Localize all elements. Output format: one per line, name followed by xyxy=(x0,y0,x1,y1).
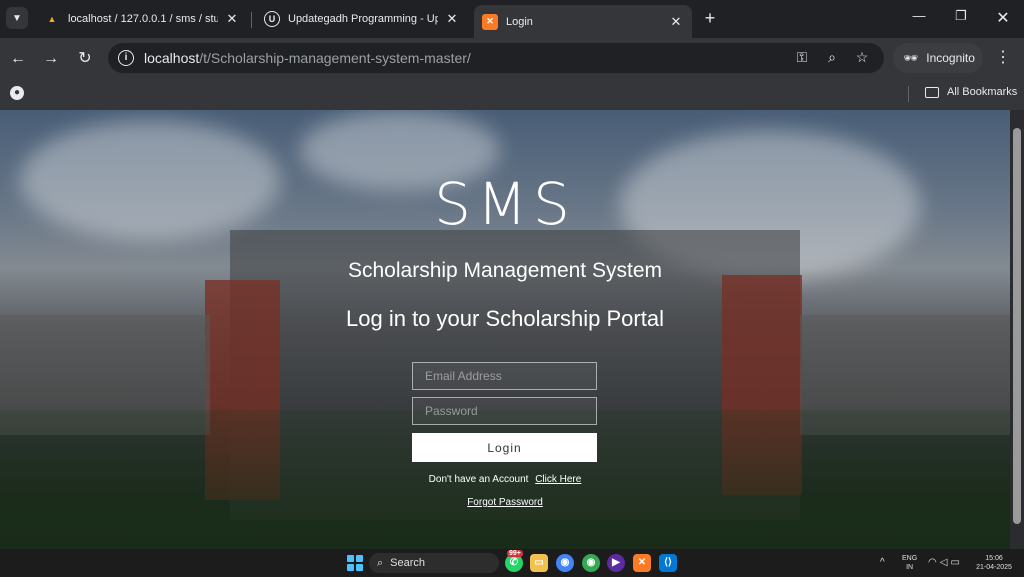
all-bookmarks-label: All Bookmarks xyxy=(947,86,1018,98)
xampp-icon: ✕ xyxy=(482,13,498,30)
incognito-icon: 🕶 xyxy=(903,51,919,65)
browser-toolbar: ← → ↻ i localhost/t/Scholarship-manageme… xyxy=(0,38,1024,78)
no-account-text: Don't have an Account xyxy=(428,474,529,485)
language-indicator[interactable]: ENG IN xyxy=(902,554,917,572)
updategadh-icon: U xyxy=(264,11,280,27)
vscode-icon[interactable]: ⟨⟩ xyxy=(659,554,677,572)
chrome-icon[interactable]: ◉ xyxy=(556,554,574,572)
key-icon[interactable]: ⚿ xyxy=(792,49,812,67)
media-player-icon[interactable]: ▶ xyxy=(607,554,625,572)
new-tab-button[interactable]: + xyxy=(700,9,720,29)
browser-menu-button[interactable]: ⋮ xyxy=(995,48,1011,68)
globe-icon[interactable]: ● xyxy=(10,86,24,100)
tab-title: Login xyxy=(506,15,533,28)
region-label: IN xyxy=(906,564,914,571)
close-icon[interactable]: ✕ xyxy=(444,11,460,27)
sms-logo: SMS xyxy=(434,170,576,238)
date-label: 21-04-2025 xyxy=(976,564,1012,571)
folder-icon xyxy=(925,86,939,98)
language-label: ENG xyxy=(902,555,918,562)
wifi-icon: ◠ xyxy=(928,557,940,568)
tab-divider xyxy=(251,12,252,28)
tab-updategadh[interactable]: U Updategadh Programming - Upda ✕ xyxy=(256,5,468,33)
file-explorer-icon[interactable]: ▭ xyxy=(530,554,548,572)
battery-icon: ▭ xyxy=(950,557,963,568)
signup-link[interactable]: Click Here xyxy=(535,474,581,485)
site-info-icon[interactable]: i xyxy=(118,50,134,66)
tab-login[interactable]: ✕ Login ✕ xyxy=(474,5,692,38)
reload-button[interactable]: ↻ xyxy=(74,48,96,70)
email-field[interactable] xyxy=(412,362,597,390)
volume-icon: ◁ xyxy=(939,557,951,568)
bookmarks-divider xyxy=(908,86,909,102)
url-host: localhost xyxy=(144,50,200,66)
close-icon[interactable]: ✕ xyxy=(668,14,684,30)
url-path: /t/Scholarship-management-system-master/ xyxy=(199,50,471,66)
page-subtitle: Scholarship Management System xyxy=(348,259,662,282)
time-label: 15:06 xyxy=(985,555,1003,562)
tab-phpmyadmin[interactable]: ▲ localhost / 127.0.0.1 / sms / studer ✕ xyxy=(36,5,248,33)
tab-title: Updategadh Programming - Upda xyxy=(288,13,438,25)
restore-button[interactable]: ❐ xyxy=(946,8,976,28)
incognito-badge[interactable]: 🕶 Incognito xyxy=(893,43,983,73)
close-icon[interactable]: ✕ xyxy=(224,11,240,27)
minimize-button[interactable]: — xyxy=(904,8,934,28)
search-label: Search xyxy=(390,557,426,569)
chrome-profile-icon[interactable]: ◉ xyxy=(582,554,600,572)
bookmark-star-icon[interactable]: ☆ xyxy=(852,49,872,67)
zoom-icon[interactable]: ⌕ xyxy=(822,49,842,67)
windows-taskbar: ⌕ Search ✆ 99+ ▭ ◉ ◉ ▶ ✕ ⟨⟩ ^ ENG IN ◠◁▭… xyxy=(0,549,1024,577)
signup-prompt: Don't have an Account Click Here xyxy=(0,474,1010,485)
login-button[interactable]: Login xyxy=(412,433,597,462)
page-title: Log in to your Scholarship Portal xyxy=(346,306,664,331)
incognito-label: Incognito xyxy=(926,51,975,65)
system-tray-icons[interactable]: ◠◁▭ xyxy=(928,557,963,568)
chevron-up-icon[interactable]: ^ xyxy=(880,558,885,568)
bookmarks-bar: ● All Bookmarks xyxy=(0,78,1024,110)
scrollbar-thumb[interactable] xyxy=(1013,128,1021,524)
xampp-taskbar-icon[interactable]: ✕ xyxy=(633,554,651,572)
forward-button[interactable]: → xyxy=(40,48,62,70)
search-icon: ⌕ xyxy=(377,556,384,569)
url-text[interactable]: localhost/t/Scholarship-management-syste… xyxy=(144,50,471,66)
start-button[interactable] xyxy=(347,555,363,571)
phpmyadmin-icon: ▲ xyxy=(47,14,57,24)
tab-strip: ▼ ▲ localhost / 127.0.0.1 / sms / studer… xyxy=(0,0,1024,38)
close-window-button[interactable]: ✕ xyxy=(988,8,1018,28)
address-bar[interactable]: i localhost/t/Scholarship-management-sys… xyxy=(108,43,884,73)
all-bookmarks-button[interactable]: All Bookmarks xyxy=(925,86,1017,98)
notification-badge: 99+ xyxy=(507,550,523,557)
back-button[interactable]: ← xyxy=(7,48,29,70)
tab-search-button[interactable]: ▼ xyxy=(6,7,28,29)
forgot-password-link[interactable]: Forgot Password xyxy=(0,497,1010,508)
password-field[interactable] xyxy=(412,397,597,425)
taskbar-search[interactable]: ⌕ Search xyxy=(369,553,499,573)
clock[interactable]: 15:06 21-04-2025 xyxy=(974,554,1014,572)
tab-title: localhost / 127.0.0.1 / sms / studer xyxy=(68,13,218,25)
